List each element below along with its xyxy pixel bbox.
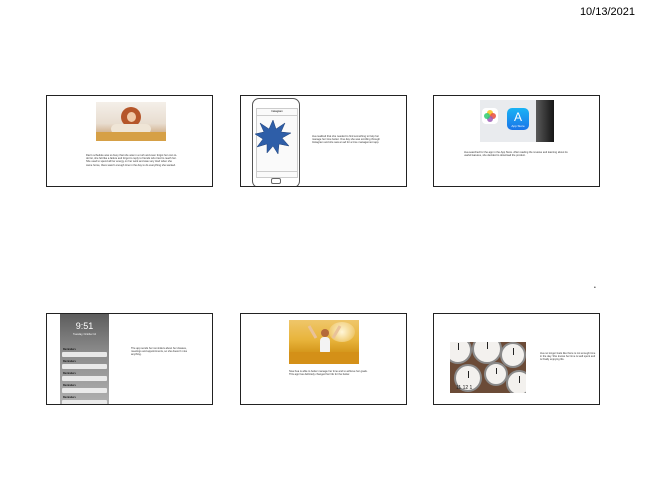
woman-in-field-photo xyxy=(289,320,359,364)
slide-4[interactable]: 9:51 Tuesday, October 12 Reminders Remin… xyxy=(46,313,213,405)
woman-reading-photo xyxy=(96,102,166,141)
instagram-header: Instagram xyxy=(257,109,297,116)
phone-nav-bar xyxy=(257,171,297,177)
notification-header: Reminders xyxy=(63,360,76,363)
slide-4-caption: The app sends her reminders about her cl… xyxy=(131,347,188,357)
home-button-icon xyxy=(271,178,281,184)
slide-1[interactable]: Dan's schedule was so busy that she was … xyxy=(46,95,213,187)
clock-icon xyxy=(472,342,502,364)
slide-2-caption: Ava realized that she needed to find som… xyxy=(312,135,380,145)
notification xyxy=(62,400,107,404)
notification xyxy=(62,364,107,369)
slide-5-caption: Now Ava is able to better manage her tim… xyxy=(289,370,368,377)
lock-time: 9:51 xyxy=(75,321,94,331)
slide-1-caption: Dan's schedule was so busy that she was … xyxy=(86,154,178,167)
notification-header: Reminders xyxy=(63,348,76,351)
lock-date: Tuesday, October 12 xyxy=(72,333,97,336)
notification xyxy=(62,376,107,381)
notification-header: Reminders xyxy=(63,396,76,399)
slide-2[interactable]: Instagram Ava realized that she needed t… xyxy=(240,95,407,187)
notification xyxy=(62,352,107,357)
lock-screen: 9:51 Tuesday, October 12 Reminders Remin… xyxy=(60,314,109,404)
clock-icon xyxy=(450,342,472,364)
page-marker: • xyxy=(594,285,596,291)
clock-icon xyxy=(506,370,526,393)
notification-header: Reminders xyxy=(63,372,76,375)
clock-icon xyxy=(484,362,508,386)
ad-starburst-icon xyxy=(255,120,291,154)
slide-5[interactable]: Now Ava is able to better manage her tim… xyxy=(240,313,407,405)
notification xyxy=(62,388,107,393)
slide-6[interactable]: 11 12 1 Ava no longer feels like there i… xyxy=(433,313,600,405)
app-store-photo: A App Store xyxy=(480,100,554,142)
clocks-photo: 11 12 1 xyxy=(450,342,526,393)
slide-3-caption: Ava searched for the app in the App Stor… xyxy=(464,151,568,158)
slide-6-caption: Ava no longer feels like there is not en… xyxy=(540,352,596,362)
slide-3[interactable]: A App Store Ava searched for the app in … xyxy=(433,95,600,187)
app-store-icon: A App Store xyxy=(507,108,529,130)
clock-numbers: 11 12 1 xyxy=(456,385,473,391)
notification-header: Reminders xyxy=(63,384,76,387)
date-stamp: 10/13/2021 xyxy=(579,6,635,18)
photos-app-icon xyxy=(482,108,498,124)
